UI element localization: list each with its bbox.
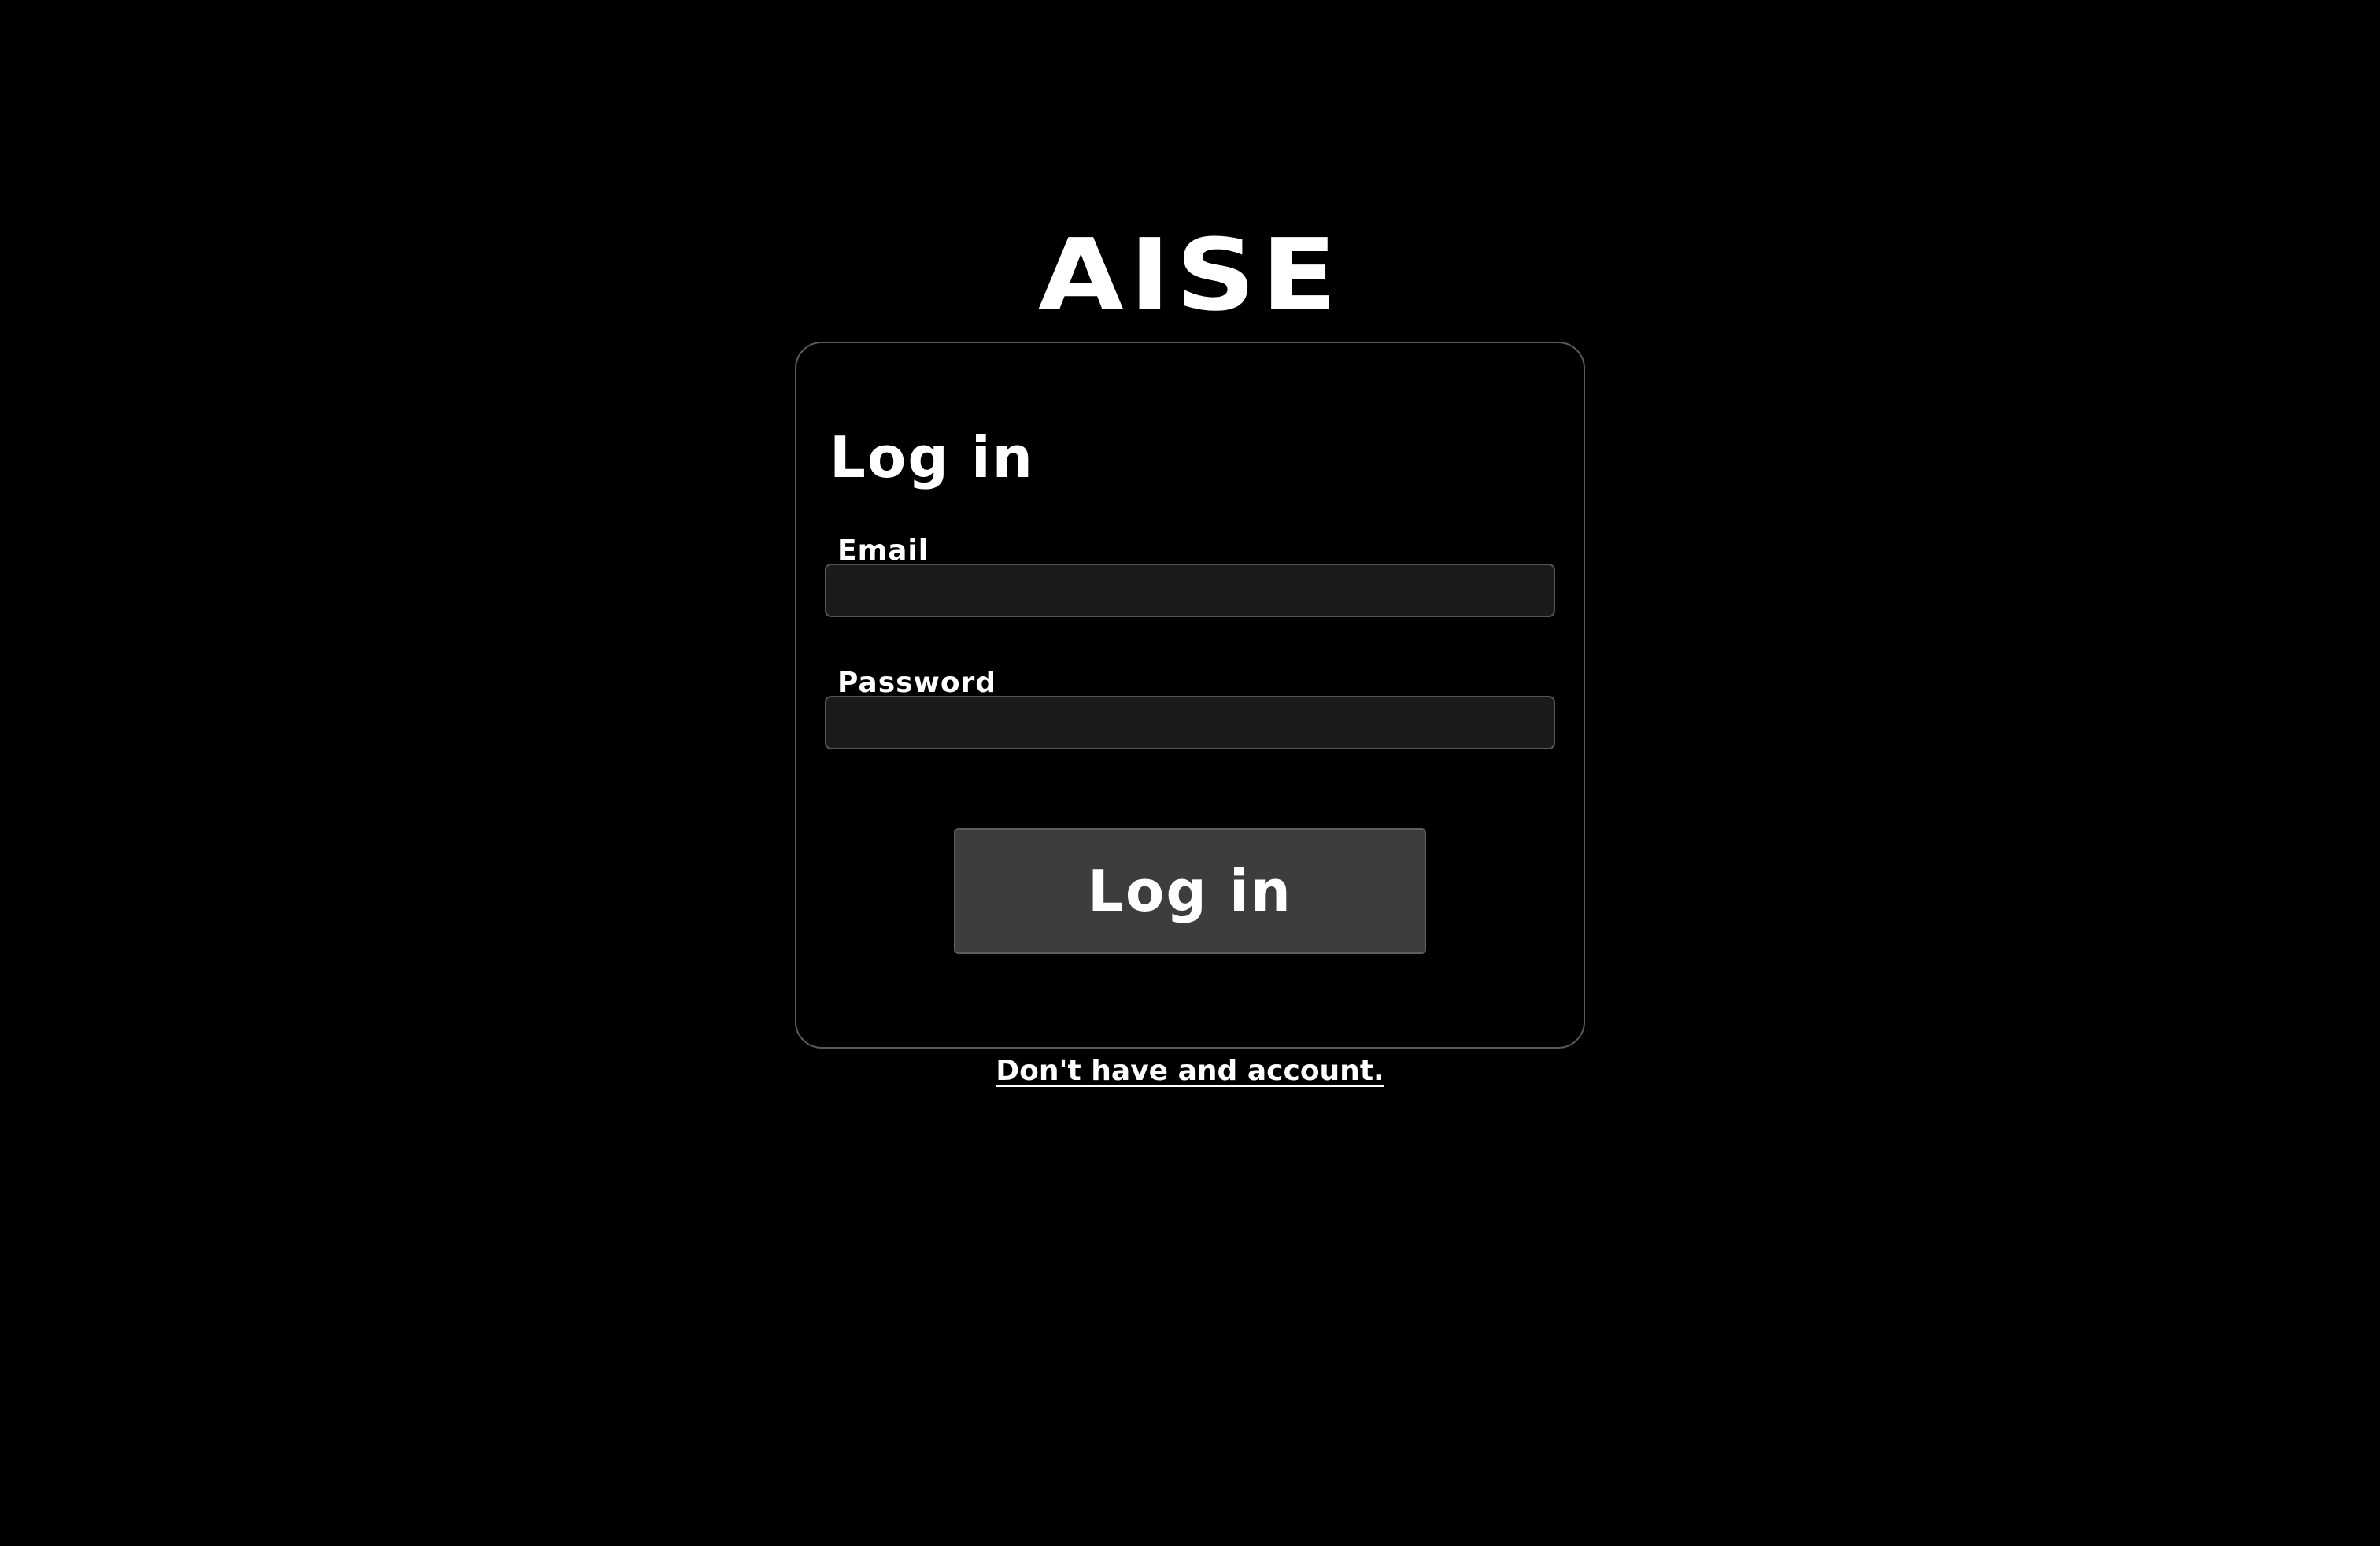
email-field[interactable] [825, 564, 1555, 617]
email-label: Email [837, 534, 929, 567]
brand-logo-title: AISE [1037, 217, 1343, 333]
login-card: Log in Email Password Log in [795, 342, 1585, 1049]
login-card-title: Log in [830, 424, 1034, 490]
login-button[interactable]: Log in [954, 828, 1426, 954]
password-label: Password [837, 667, 997, 699]
signup-link-container: Don't have and account. [0, 1052, 2380, 1091]
password-field[interactable] [825, 696, 1555, 749]
signup-link[interactable]: Don't have and account. [996, 1055, 1384, 1087]
